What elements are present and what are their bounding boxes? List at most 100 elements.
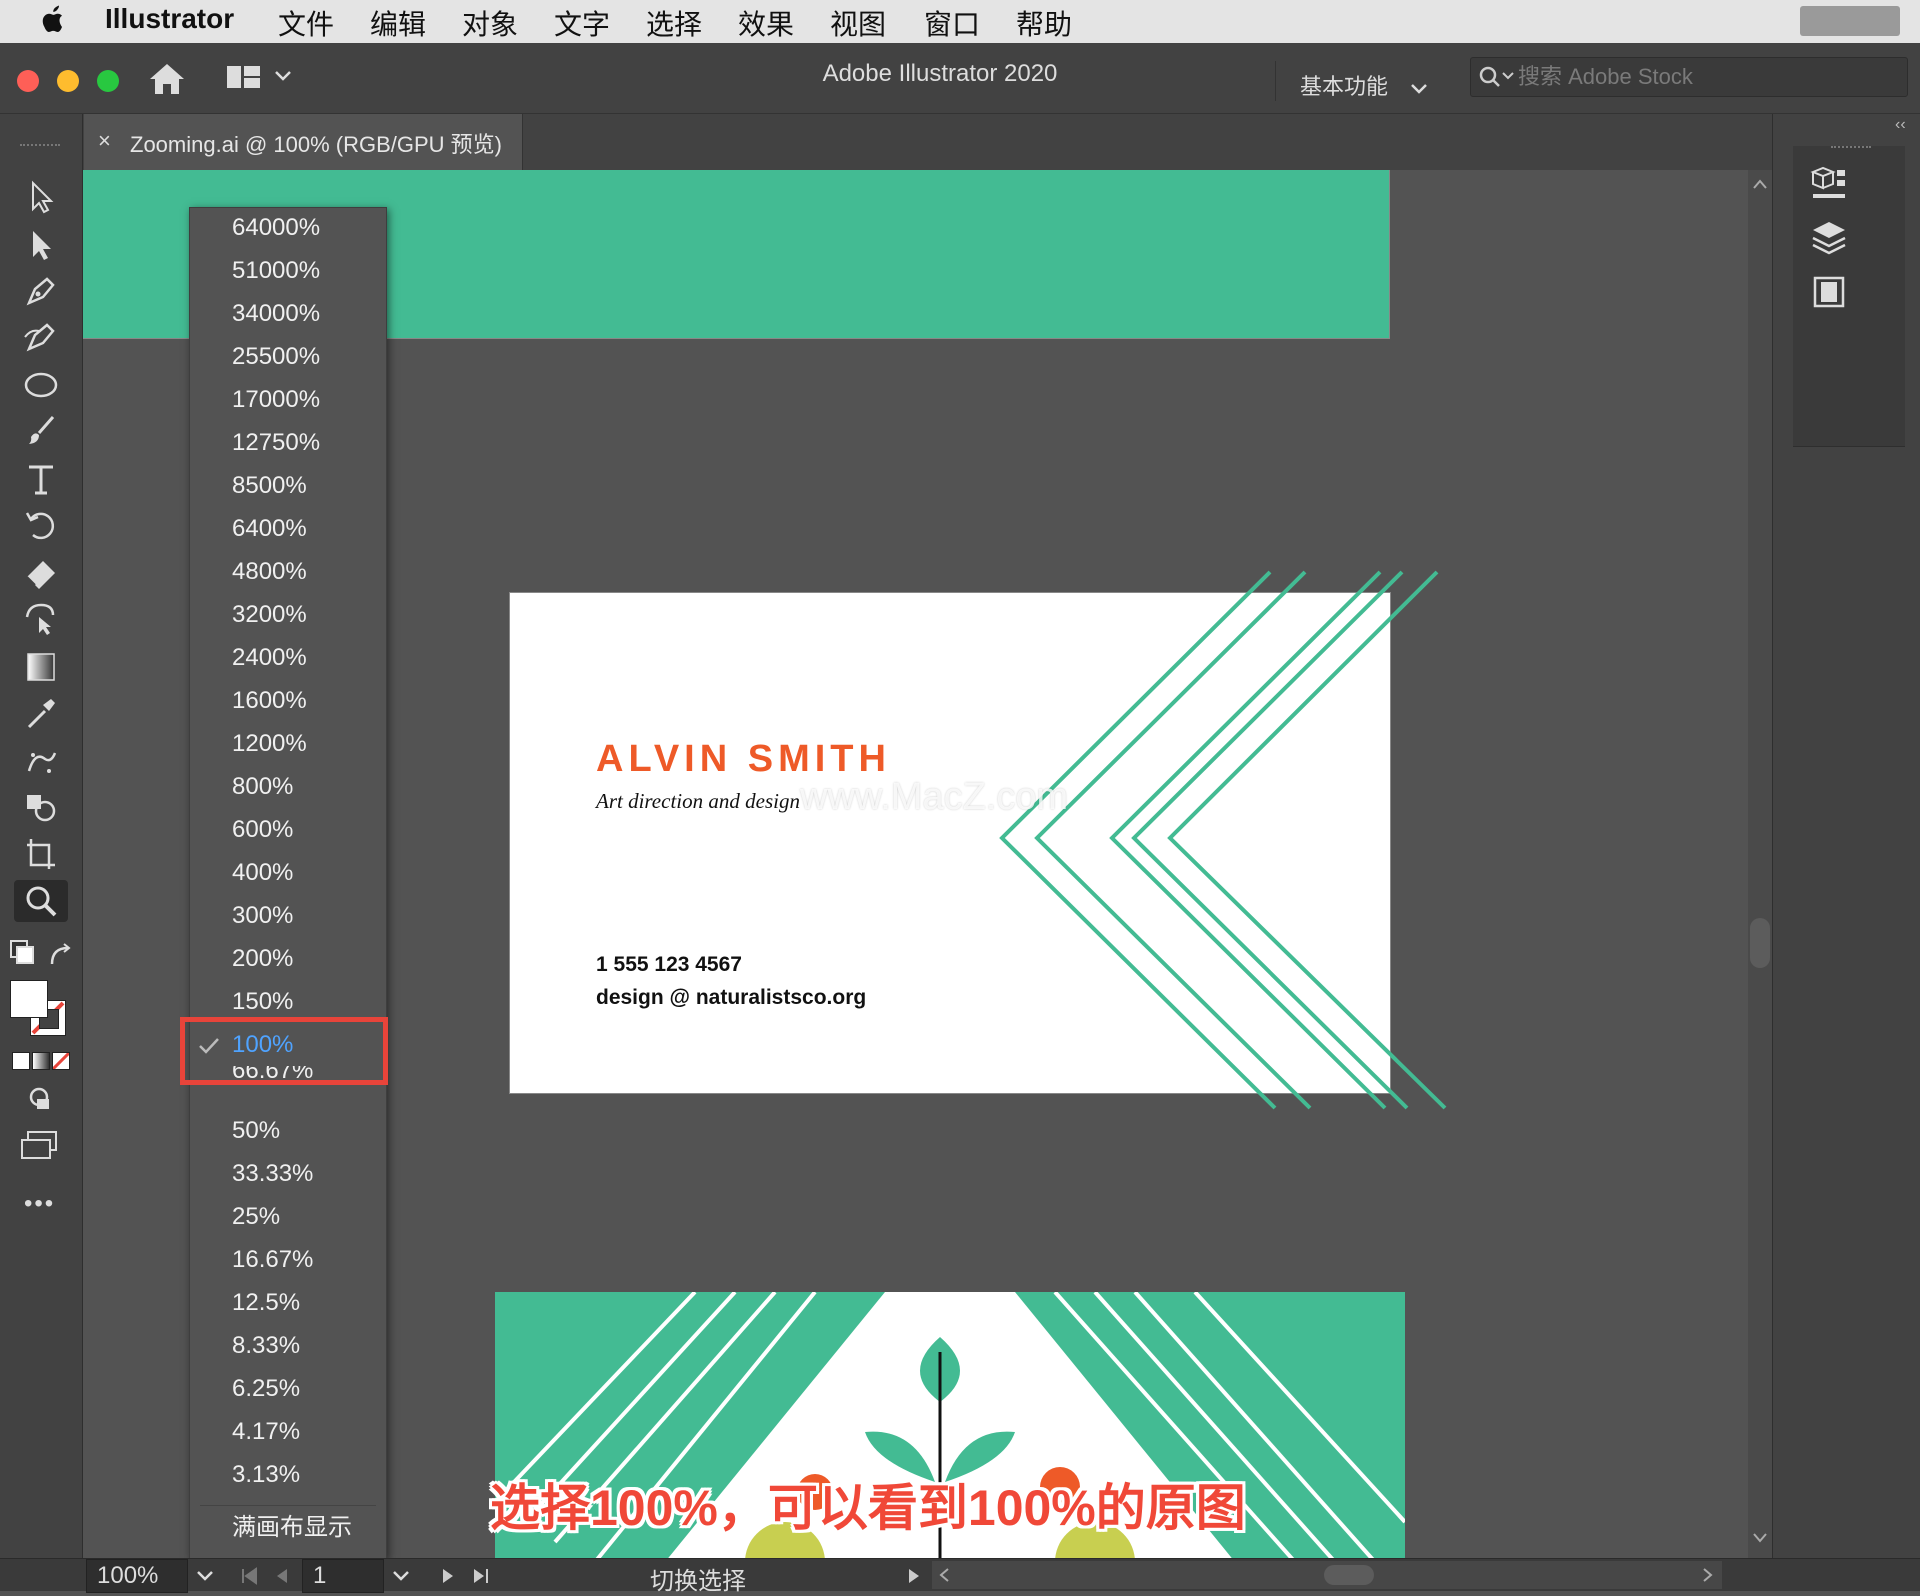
zoom-option[interactable]: 200% <box>232 939 293 979</box>
last-artboard-icon[interactable] <box>470 1567 490 1585</box>
eyedropper-tool[interactable] <box>14 692 68 734</box>
apple-icon[interactable] <box>38 4 66 36</box>
libraries-icon[interactable] <box>1809 164 1849 204</box>
close-tab-icon[interactable]: × <box>98 128 111 154</box>
color-mode-buttons[interactable] <box>12 1051 72 1072</box>
scroll-left-icon[interactable] <box>938 1567 950 1583</box>
scroll-down-icon[interactable] <box>1752 1532 1768 1544</box>
vertical-scroll-thumb[interactable] <box>1750 918 1770 968</box>
zoom-option[interactable]: 300% <box>232 896 293 936</box>
zoom-option[interactable]: 16.67% <box>232 1240 313 1280</box>
draw-mode-icon[interactable] <box>24 1084 54 1114</box>
zoom-option[interactable]: 6400% <box>232 509 307 549</box>
horizontal-scroll-thumb[interactable] <box>1324 1565 1374 1585</box>
menu-file[interactable]: 文件 <box>278 3 334 43</box>
zoom-option[interactable]: 8.33% <box>232 1326 300 1366</box>
zoom-option[interactable]: 64000% <box>232 208 320 248</box>
zoom-option[interactable]: 50% <box>232 1111 280 1151</box>
stock-search[interactable] <box>1470 57 1908 97</box>
vertical-scrollbar[interactable] <box>1748 170 1772 1560</box>
zoom-option[interactable]: 33.33% <box>232 1154 313 1194</box>
workspace-label: 基本功能 <box>1300 74 1389 99</box>
free-transform-tool[interactable] <box>14 598 68 640</box>
panel-grip[interactable] <box>1831 146 1871 152</box>
zoom-option[interactable]: 6.25% <box>232 1369 300 1409</box>
zoom-option[interactable]: 17000% <box>232 380 320 420</box>
rotate-tool[interactable] <box>14 504 68 546</box>
artboard-tool[interactable] <box>14 834 68 876</box>
menu-type[interactable]: 文字 <box>554 3 610 43</box>
artboard-number-field[interactable]: 1 <box>302 1559 384 1593</box>
zoom-option[interactable]: 8500% <box>232 466 307 506</box>
arrange-documents-icon[interactable] <box>226 63 262 91</box>
zoom-window-button[interactable] <box>97 70 119 92</box>
screen-mode-icon[interactable] <box>20 1130 60 1160</box>
gradient-tool[interactable] <box>14 646 68 688</box>
default-fill-stroke-icon[interactable] <box>10 940 40 968</box>
status-menu-icon[interactable] <box>906 1567 922 1585</box>
zoom-option[interactable]: 800% <box>232 767 293 807</box>
zoom-tool[interactable] <box>14 880 68 922</box>
ellipse-tool[interactable] <box>14 364 68 406</box>
curvature-tool[interactable] <box>14 316 68 358</box>
horizontal-scrollbar[interactable] <box>932 1561 1722 1589</box>
blend-tool[interactable] <box>14 740 68 782</box>
zoom-level-field[interactable]: 100% <box>86 1559 188 1593</box>
direct-selection-tool[interactable] <box>14 224 68 266</box>
close-window-button[interactable] <box>17 70 39 92</box>
panel-grip[interactable] <box>20 144 60 152</box>
zoom-option[interactable]: 34000% <box>232 294 320 334</box>
zoom-option[interactable]: 400% <box>232 853 293 893</box>
previous-artboard-icon[interactable] <box>274 1567 290 1585</box>
next-artboard-icon[interactable] <box>440 1567 456 1585</box>
menu-view[interactable]: 视图 <box>830 3 886 43</box>
document-tab[interactable]: × Zooming.ai @ 100% (RGB/GPU 预览) <box>84 114 523 170</box>
scroll-right-icon[interactable] <box>1702 1567 1714 1583</box>
zoom-option[interactable]: 12750% <box>232 423 320 463</box>
chevron-down-icon[interactable] <box>274 69 292 83</box>
menu-edit[interactable]: 编辑 <box>370 3 426 43</box>
zoom-dropdown-chevron-icon[interactable] <box>196 1569 214 1583</box>
zoom-option[interactable]: 4.17% <box>232 1412 300 1452</box>
home-icon[interactable] <box>148 61 186 97</box>
zoom-option[interactable]: 12.5% <box>232 1283 300 1323</box>
collapse-panel-icon[interactable]: ‹‹ <box>1895 116 1906 134</box>
zoom-option[interactable]: 25% <box>232 1197 280 1237</box>
scroll-up-icon[interactable] <box>1752 178 1768 190</box>
zoom-option[interactable]: 3.13% <box>232 1455 300 1495</box>
zoom-option[interactable]: 51000% <box>232 251 320 291</box>
type-tool[interactable] <box>14 458 68 500</box>
layers-icon[interactable] <box>1809 218 1849 258</box>
zoom-option[interactable]: 150% <box>232 982 293 1022</box>
minimize-window-button[interactable] <box>57 70 79 92</box>
selection-tool[interactable] <box>14 176 68 218</box>
zoom-option[interactable]: 2400% <box>232 638 307 678</box>
menu-select[interactable]: 选择 <box>646 3 702 43</box>
workspace-switcher[interactable]: 基本功能 <box>1275 61 1428 101</box>
zoom-option[interactable]: 600% <box>232 810 293 850</box>
menu-effect[interactable]: 效果 <box>738 3 794 43</box>
eraser-tool[interactable] <box>14 552 68 594</box>
fill-stroke-swatches[interactable] <box>10 980 70 1040</box>
search-input[interactable] <box>1516 62 1900 92</box>
fill-swatch[interactable] <box>10 980 48 1018</box>
first-artboard-icon[interactable] <box>240 1567 260 1585</box>
zoom-option[interactable]: 1600% <box>232 681 307 721</box>
zoom-option[interactable]: 3200% <box>232 595 307 635</box>
menu-help[interactable]: 帮助 <box>1016 3 1072 43</box>
zoom-option[interactable]: 4800% <box>232 552 307 592</box>
shape-builder-tool[interactable] <box>14 786 68 828</box>
artboards-panel-icon[interactable] <box>1809 272 1849 312</box>
paintbrush-tool[interactable] <box>14 410 68 452</box>
pen-tool[interactable] <box>14 270 68 312</box>
zoom-option[interactable]: 1200% <box>232 724 307 764</box>
menu-object[interactable]: 对象 <box>462 3 518 43</box>
artboard-dropdown-chevron-icon[interactable] <box>392 1569 410 1583</box>
fit-artboard-option[interactable]: 满画布显示 <box>232 1508 352 1548</box>
menu-window[interactable]: 窗口 <box>924 3 980 43</box>
menubar-status-area <box>1800 6 1900 36</box>
swap-fill-stroke-icon[interactable] <box>46 940 76 970</box>
zoom-option[interactable]: 25500% <box>232 337 320 377</box>
more-tools-icon[interactable]: ••• <box>24 1190 55 1218</box>
app-menu[interactable]: Illustrator <box>105 3 234 35</box>
